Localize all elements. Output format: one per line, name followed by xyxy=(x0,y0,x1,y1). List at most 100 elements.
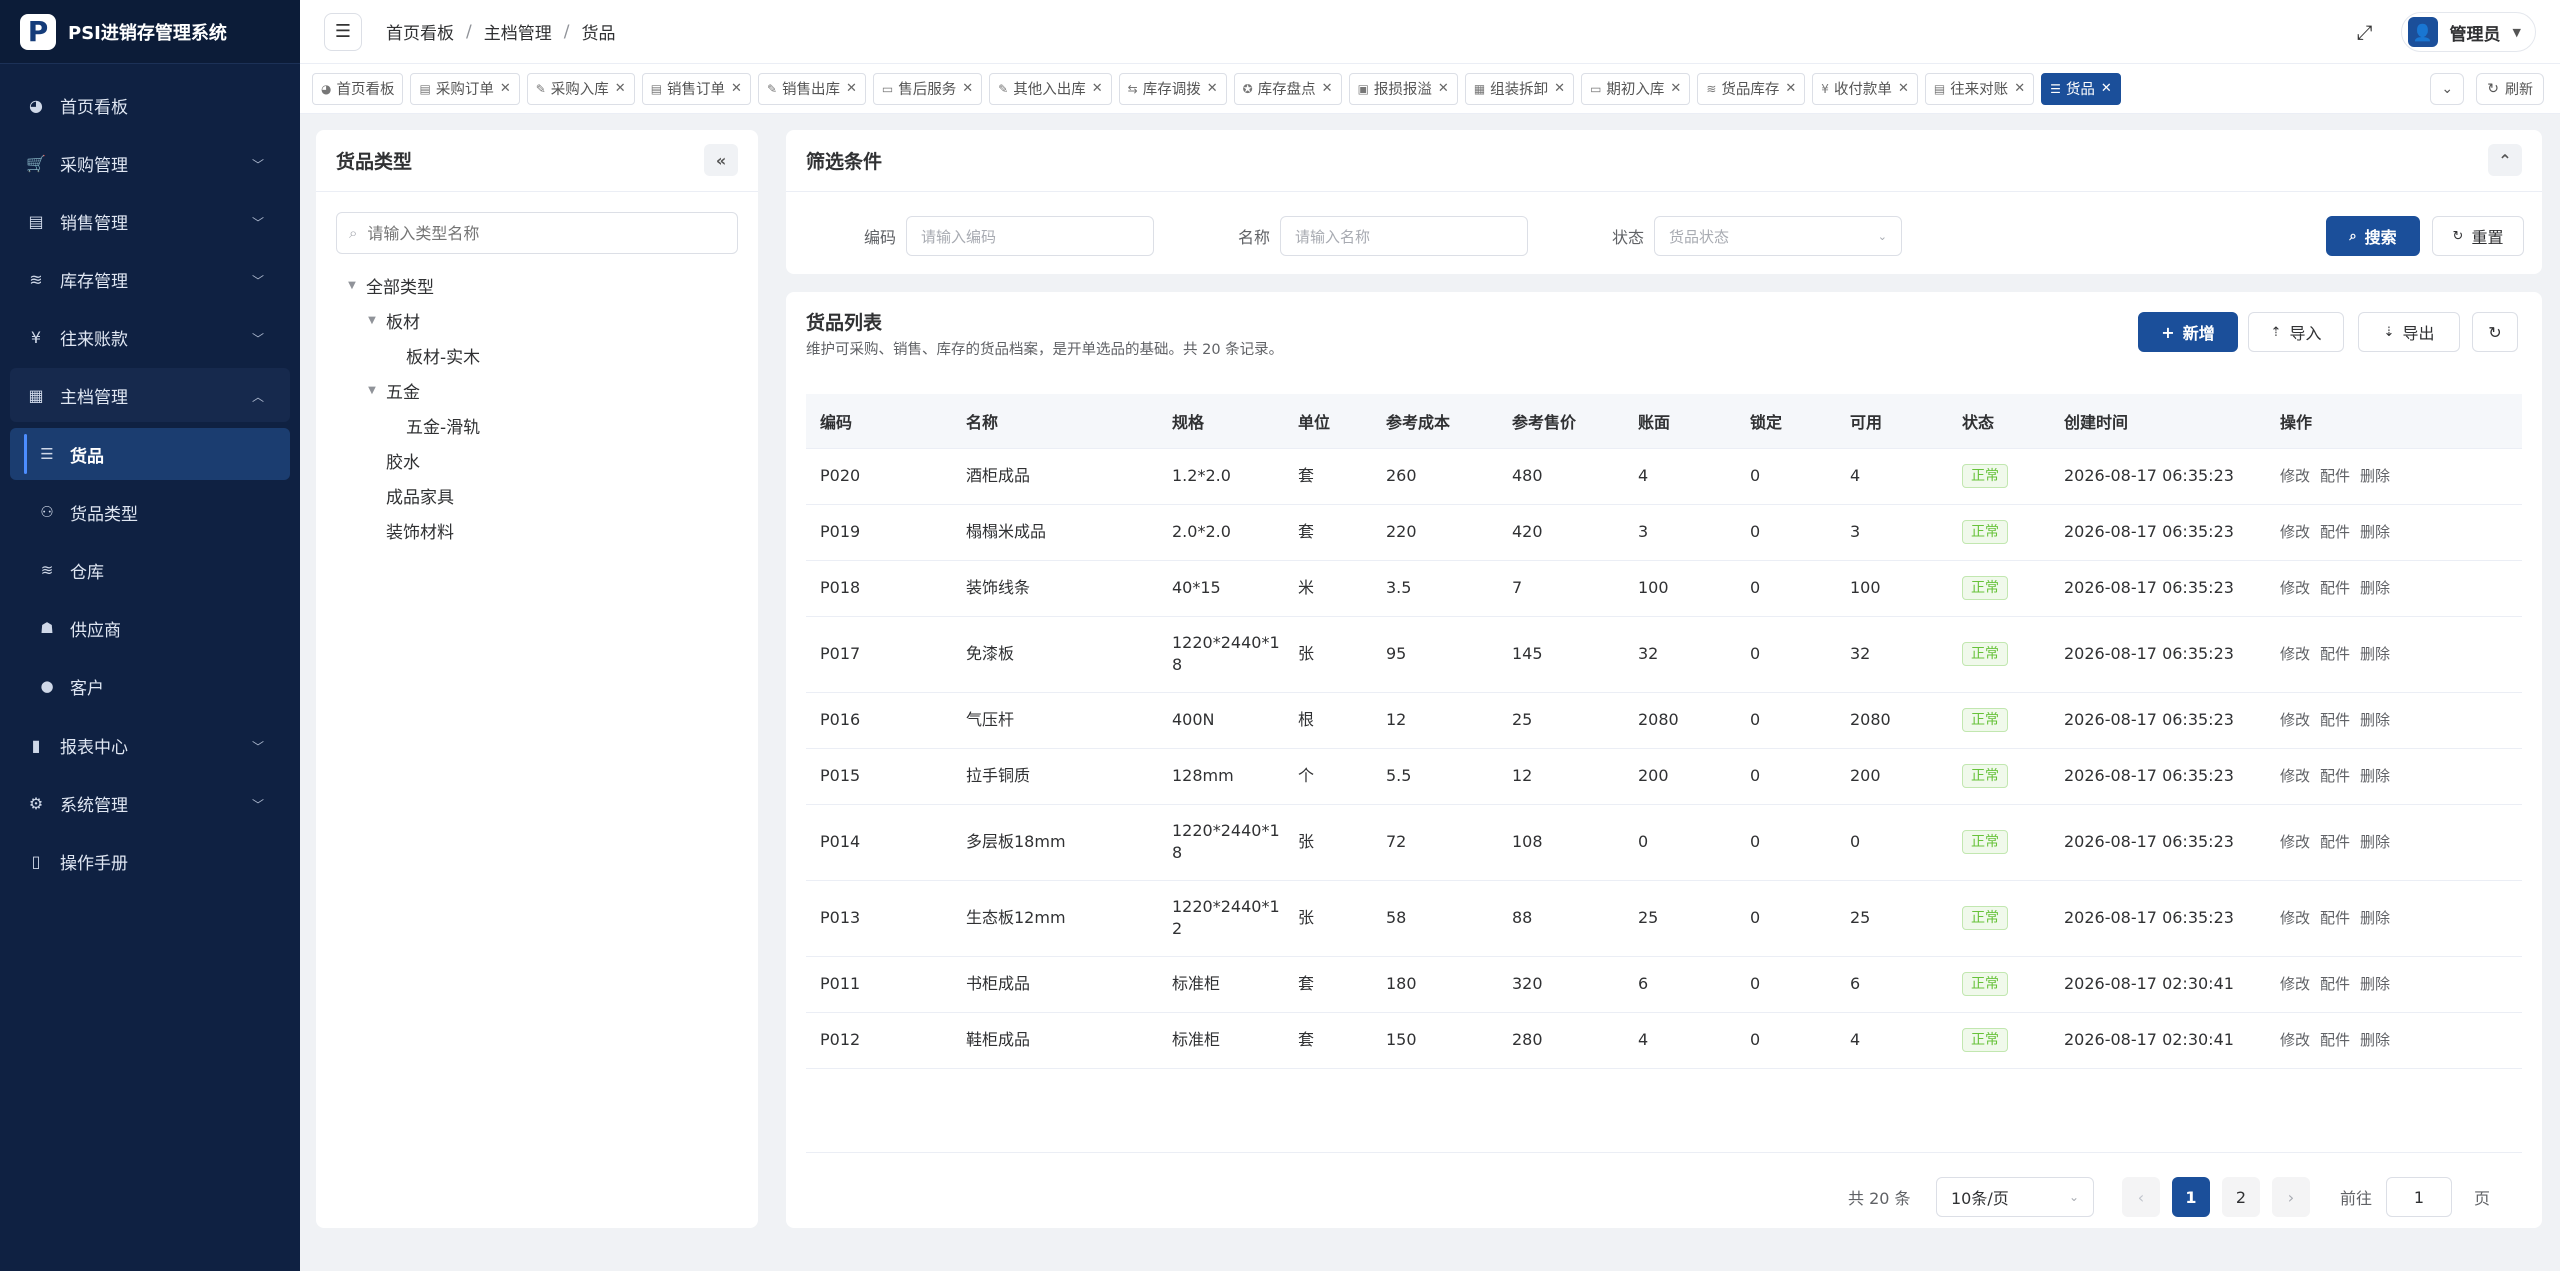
table-row[interactable]: P013 生态板12mm 1220*2440*12 张 58 88 25 0 25 正常 2026-… xyxy=(806,880,2522,957)
export-button[interactable]: ⇣ 导出 xyxy=(2358,312,2460,352)
edit-link[interactable]: 修改 xyxy=(2280,909,2310,927)
tab[interactable]: ▭ 售后服务 ✕ xyxy=(872,72,983,105)
table-row[interactable]: P020 酒柜成品 1.2*2.0 套 260 480 4 0 4 正常 2026-08-17 06… xyxy=(806,448,2522,505)
tab[interactable]: ▤ 往来对账 ✕ xyxy=(1924,72,2035,105)
caret-down-icon[interactable]: ▼ xyxy=(364,385,380,396)
tab[interactable]: ☰ 货品 ✕ xyxy=(2041,72,2121,105)
close-icon[interactable]: ✕ xyxy=(1092,81,1103,96)
sidebar-item[interactable]: ≋ 库存管理 ﹀ xyxy=(10,252,290,306)
delete-link[interactable]: 删除 xyxy=(2360,975,2390,993)
tab[interactable]: ✪ 库存盘点 ✕ xyxy=(1233,72,1342,105)
sidebar-item[interactable]: ¥ 往来账款 ﹀ xyxy=(10,310,290,364)
tab[interactable]: ▤ 采购订单 ✕ xyxy=(410,72,520,105)
breadcrumb-item[interactable]: 主档管理 xyxy=(484,19,552,44)
edit-link[interactable]: 修改 xyxy=(2280,975,2310,993)
table-row[interactable]: P015 拉手铜质 128mm 个 5.5 12 200 0 200 正常 2026-08-17 0… xyxy=(806,748,2522,805)
parts-link[interactable]: 配件 xyxy=(2320,833,2350,851)
sidebar-item[interactable]: ▤ 销售管理 ﹀ xyxy=(10,194,290,248)
close-icon[interactable]: ✕ xyxy=(2014,81,2025,96)
parts-link[interactable]: 配件 xyxy=(2320,467,2350,485)
page-button-1[interactable]: 1 xyxy=(2172,1177,2210,1217)
tree-node[interactable]: ▼ 全部类型 xyxy=(316,268,758,303)
delete-link[interactable]: 删除 xyxy=(2360,467,2390,485)
delete-link[interactable]: 删除 xyxy=(2360,833,2390,851)
tab[interactable]: ¥ 收付款单 ✕ xyxy=(1812,72,1918,105)
parts-link[interactable]: 配件 xyxy=(2320,711,2350,729)
close-icon[interactable]: ✕ xyxy=(1898,81,1909,96)
edit-link[interactable]: 修改 xyxy=(2280,645,2310,663)
name-input[interactable]: 请输入名称 xyxy=(1280,216,1528,256)
table-row[interactable]: P016 气压杆 400N 根 12 25 2080 0 2080 正常 2026-08-17 06… xyxy=(806,692,2522,749)
table-row[interactable]: P017 免漆板 1220*2440*18 张 95 145 32 0 32 正常 2026-08-… xyxy=(806,616,2522,693)
import-button[interactable]: ⇡ 导入 xyxy=(2248,312,2344,352)
table-row[interactable]: P014 多层板18mm 1220*2440*18 张 72 108 0 0 0 正常 2026-0… xyxy=(806,804,2522,881)
reset-button[interactable]: ↻ 重置 xyxy=(2432,216,2524,256)
delete-link[interactable]: 删除 xyxy=(2360,645,2390,663)
tab[interactable]: ▭ 期初入库 ✕ xyxy=(1581,72,1691,105)
edit-link[interactable]: 修改 xyxy=(2280,767,2310,785)
close-icon[interactable]: ✕ xyxy=(2101,81,2112,96)
tab[interactable]: ✎ 采购入库 ✕ xyxy=(526,72,635,105)
close-icon[interactable]: ✕ xyxy=(731,81,742,96)
parts-link[interactable]: 配件 xyxy=(2320,579,2350,597)
caret-down-icon[interactable]: ▼ xyxy=(364,315,380,326)
tree-node[interactable]: ▼ 五金 xyxy=(316,373,758,408)
close-icon[interactable]: ✕ xyxy=(846,81,857,96)
collapse-filter-button[interactable]: ⌃ xyxy=(2488,144,2522,176)
tab[interactable]: ⇆ 库存调拨 ✕ xyxy=(1118,72,1227,105)
tab[interactable]: ≋ 货品库存 ✕ xyxy=(1697,72,1806,105)
table-row[interactable]: P018 装饰线条 40*15 米 3.5 7 100 0 100 正常 2026-08-17 06… xyxy=(806,560,2522,617)
table-row[interactable]: P019 榻榻米成品 2.0*2.0 套 220 420 3 0 3 正常 2026-08-17 0… xyxy=(806,504,2522,561)
collapse-panel-button[interactable]: « xyxy=(704,144,738,176)
delete-link[interactable]: 删除 xyxy=(2360,1031,2390,1049)
parts-link[interactable]: 配件 xyxy=(2320,523,2350,541)
submenu-item[interactable]: ● 客户 xyxy=(10,660,290,712)
close-icon[interactable]: ✕ xyxy=(615,81,626,96)
edit-link[interactable]: 修改 xyxy=(2280,711,2310,729)
close-icon[interactable]: ✕ xyxy=(1554,81,1565,96)
caret-down-icon[interactable]: ▼ xyxy=(344,280,360,291)
reload-button[interactable]: ↻ xyxy=(2472,312,2518,352)
edit-link[interactable]: 修改 xyxy=(2280,523,2310,541)
delete-link[interactable]: 删除 xyxy=(2360,767,2390,785)
delete-link[interactable]: 删除 xyxy=(2360,711,2390,729)
tab[interactable]: ▦ 组装拆卸 ✕ xyxy=(1464,72,1575,105)
tree-node[interactable]: 装饰材料 xyxy=(316,513,758,548)
tree-node[interactable]: ▼ 板材 xyxy=(316,303,758,338)
goto-page-input[interactable]: 1 xyxy=(2386,1177,2452,1217)
status-select[interactable]: 货品状态 ⌄ xyxy=(1654,216,1902,256)
delete-link[interactable]: 删除 xyxy=(2360,523,2390,541)
tab[interactable]: ▤ 销售订单 ✕ xyxy=(641,72,751,105)
tab[interactable]: ✎ 销售出库 ✕ xyxy=(757,72,866,105)
sidebar-item[interactable]: ▦ 主档管理 ︿ xyxy=(10,368,290,422)
page-button-2[interactable]: 2 xyxy=(2222,1177,2260,1217)
close-icon[interactable]: ✕ xyxy=(962,81,973,96)
category-search-input[interactable] xyxy=(367,223,725,243)
sidebar-item[interactable]: ▯ 操作手册 xyxy=(10,834,290,888)
code-input[interactable]: 请输入编码 xyxy=(906,216,1154,256)
sidebar-item[interactable]: ◕ 首页看板 xyxy=(10,78,290,132)
edit-link[interactable]: 修改 xyxy=(2280,579,2310,597)
parts-link[interactable]: 配件 xyxy=(2320,767,2350,785)
parts-link[interactable]: 配件 xyxy=(2320,909,2350,927)
tree-node[interactable]: 胶水 xyxy=(316,443,758,478)
edit-link[interactable]: 修改 xyxy=(2280,833,2310,851)
submenu-item[interactable]: ≋ 仓库 xyxy=(10,544,290,596)
next-page-button[interactable]: › xyxy=(2272,1177,2310,1217)
refresh-tab-button[interactable]: ↻ 刷新 xyxy=(2476,73,2544,105)
table-row[interactable]: P011 书柜成品 标准柜套 180 320 6 0 6 正常 2026-08-17 02:30:… xyxy=(806,956,2522,1013)
tree-node[interactable]: 成品家具 xyxy=(316,478,758,513)
tree-node[interactable]: 板材-实木 xyxy=(316,338,758,373)
close-icon[interactable]: ✕ xyxy=(500,81,511,96)
tabs-dropdown-button[interactable]: ⌄ xyxy=(2430,73,2465,105)
edit-link[interactable]: 修改 xyxy=(2280,467,2310,485)
parts-link[interactable]: 配件 xyxy=(2320,645,2350,663)
page-size-select[interactable]: 10条/页 ⌄ xyxy=(1936,1177,2094,1217)
submenu-item[interactable]: ⚇ 货品类型 xyxy=(10,486,290,538)
delete-link[interactable]: 删除 xyxy=(2360,909,2390,927)
delete-link[interactable]: 删除 xyxy=(2360,579,2390,597)
close-icon[interactable]: ✕ xyxy=(1785,81,1796,96)
submenu-item[interactable]: ☗ 供应商 xyxy=(10,602,290,654)
close-icon[interactable]: ✕ xyxy=(1670,81,1681,96)
parts-link[interactable]: 配件 xyxy=(2320,1031,2350,1049)
